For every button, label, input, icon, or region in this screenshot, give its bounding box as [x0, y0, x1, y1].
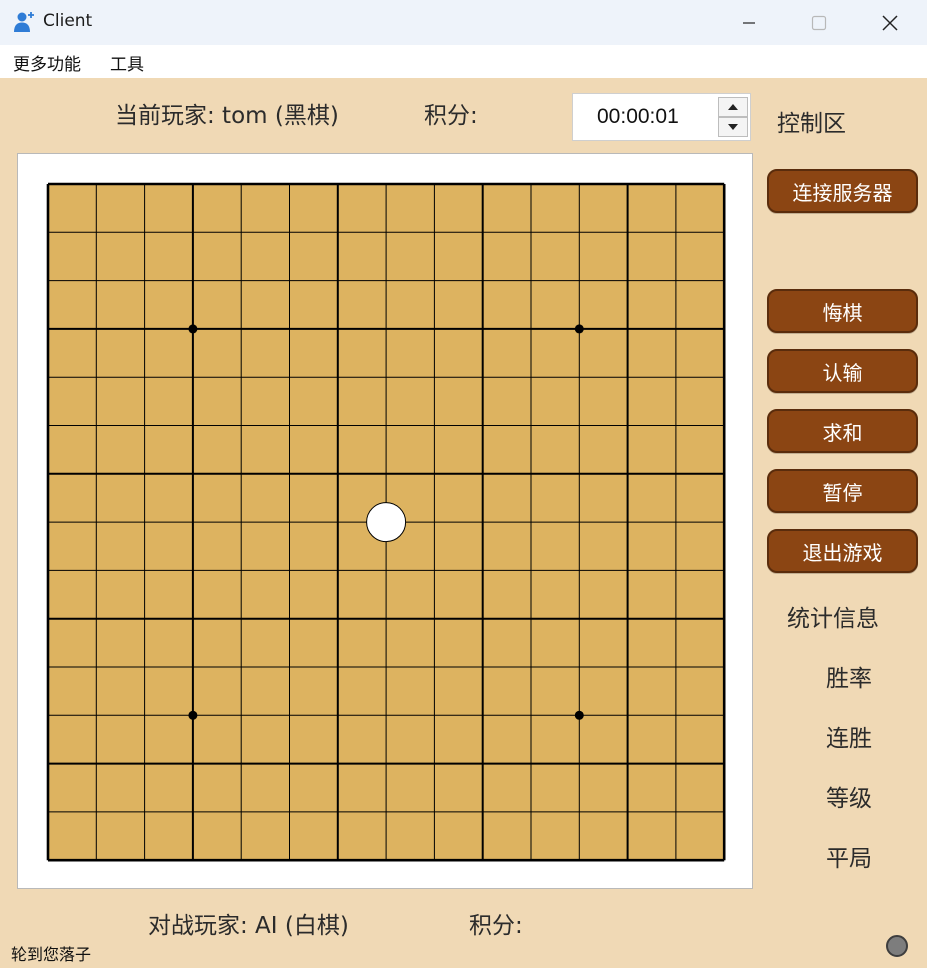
opponent-player-label: 对战玩家: AI (白棋): [148, 913, 349, 939]
maximize-icon: [811, 15, 827, 30]
pause-button[interactable]: 暂停: [767, 469, 918, 513]
client-window: Client 更多功能 工具 当前玩家: tom (黑棋) 积分: 00:00:…: [0, 0, 927, 968]
chevron-up-icon: [728, 104, 738, 110]
status-message: 轮到您落子: [11, 945, 92, 964]
game-board[interactable]: [18, 154, 752, 888]
current-score-label: 积分:: [424, 103, 478, 129]
maximize-button[interactable]: [784, 0, 854, 45]
menu-bar: 更多功能 工具: [0, 45, 927, 78]
close-icon: [882, 14, 898, 31]
undo-button[interactable]: 悔棋: [767, 289, 918, 333]
draw-request-button[interactable]: 求和: [767, 409, 918, 453]
star-point: [574, 710, 584, 720]
timer-value: 00:00:01: [597, 105, 679, 128]
board-frame: [17, 153, 753, 889]
current-player-label: 当前玩家: tom (黑棋): [115, 103, 339, 129]
control-area-label: 控制区: [777, 111, 846, 137]
star-point: [574, 324, 584, 334]
close-button[interactable]: [855, 0, 925, 45]
stats-draws: 平局: [826, 846, 872, 872]
opponent-score-label: 积分:: [469, 913, 523, 939]
timer-down-button[interactable]: [718, 117, 748, 137]
star-point: [188, 324, 198, 334]
connect-server-button[interactable]: 连接服务器: [767, 169, 918, 213]
exit-game-button[interactable]: 退出游戏: [767, 529, 918, 573]
connection-status-indicator: [886, 935, 908, 957]
minimize-icon: [743, 21, 755, 24]
timer-up-button[interactable]: [718, 97, 748, 117]
user-add-icon: [14, 12, 34, 32]
menu-more-functions[interactable]: 更多功能: [13, 50, 81, 75]
chevron-down-icon: [728, 124, 738, 130]
title-bar: Client: [0, 0, 927, 45]
stats-title: 统计信息: [787, 606, 879, 632]
stats-level: 等级: [826, 786, 872, 812]
star-point: [188, 710, 198, 720]
resign-button[interactable]: 认输: [767, 349, 918, 393]
stats-win-rate: 胜率: [826, 666, 872, 692]
white-stone: [366, 502, 407, 543]
timer-spinbox[interactable]: 00:00:01: [572, 93, 751, 141]
menu-tools[interactable]: 工具: [110, 50, 144, 75]
minimize-button[interactable]: [714, 0, 784, 45]
window-title: Client: [43, 11, 93, 31]
stats-win-streak: 连胜: [826, 726, 872, 752]
